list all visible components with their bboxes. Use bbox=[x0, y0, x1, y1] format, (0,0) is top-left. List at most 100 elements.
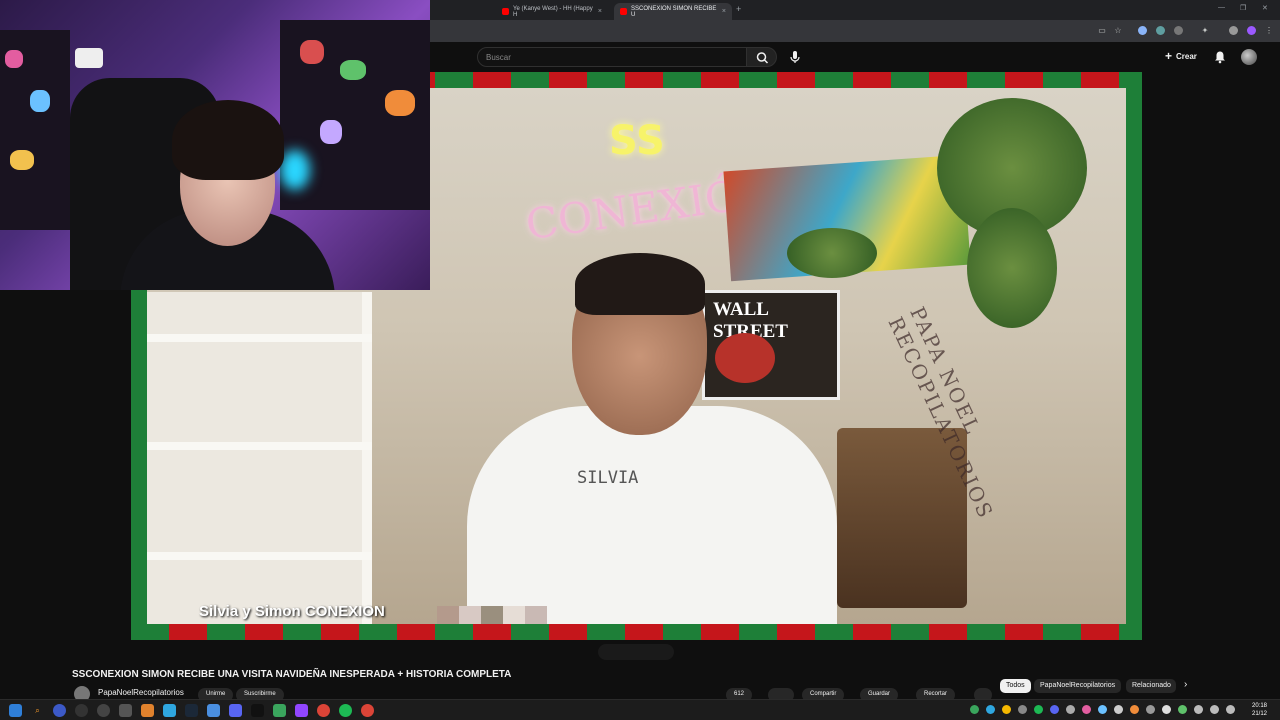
app-icon[interactable] bbox=[273, 704, 286, 717]
toy-figure bbox=[300, 40, 324, 64]
steam-icon[interactable] bbox=[185, 704, 198, 717]
toy-figure bbox=[30, 90, 50, 112]
chip-related[interactable]: Relacionado bbox=[1126, 679, 1176, 693]
tray-icon[interactable] bbox=[1146, 705, 1155, 714]
new-tab-button[interactable]: + bbox=[736, 4, 741, 14]
screen: Ye (Kanye West) - HH (Happy H × SSCONEXI… bbox=[0, 0, 1280, 720]
app-icon[interactable] bbox=[97, 704, 110, 717]
neon-ss-sign: SS bbox=[609, 118, 665, 164]
toy-figure bbox=[5, 50, 23, 68]
toy-figure bbox=[340, 60, 366, 80]
close-window-button[interactable]: ✕ bbox=[1262, 4, 1268, 12]
tray-icon[interactable] bbox=[1098, 705, 1107, 714]
youtube-favicon-icon bbox=[620, 8, 627, 15]
youtube-plaque bbox=[75, 48, 103, 68]
create-label: Crear bbox=[1176, 51, 1197, 61]
tab-label: SSCONEXION SIMON RECIBE U bbox=[631, 5, 717, 18]
plus-icon: + bbox=[1165, 49, 1173, 63]
search-icon[interactable]: ⌕ bbox=[31, 704, 44, 717]
tray-icon[interactable] bbox=[1114, 705, 1123, 714]
tab-kanye[interactable]: Ye (Kanye West) - HH (Happy H × bbox=[496, 3, 608, 20]
chevron-right-icon[interactable]: › bbox=[1184, 679, 1187, 690]
chrome-icon[interactable] bbox=[317, 704, 330, 717]
bull-image bbox=[715, 333, 775, 383]
search-button[interactable] bbox=[746, 47, 777, 67]
tab-ssconexion[interactable]: SSCONEXION SIMON RECIBE U × bbox=[614, 3, 732, 20]
player-controls-pill[interactable] bbox=[598, 644, 674, 660]
webcam-overlay bbox=[0, 0, 430, 290]
pixel-censor bbox=[481, 606, 503, 624]
video-caption: Silvia y Simon CONEXION bbox=[199, 603, 385, 620]
tray-icon[interactable] bbox=[1162, 705, 1171, 714]
wifi-icon[interactable] bbox=[1194, 705, 1203, 714]
app-icon[interactable] bbox=[53, 704, 66, 717]
microphone-icon[interactable] bbox=[787, 49, 803, 65]
pixel-censor bbox=[525, 606, 547, 624]
account-avatar[interactable] bbox=[1241, 49, 1257, 65]
tray-icon[interactable] bbox=[1034, 705, 1043, 714]
volume-icon[interactable] bbox=[1210, 705, 1219, 714]
clock-time: 20:18 bbox=[1252, 703, 1268, 709]
install-app-icon[interactable]: ▭ bbox=[1097, 26, 1107, 36]
discord-icon[interactable] bbox=[229, 704, 242, 717]
taskbar-clock[interactable]: 20:18 21/12 bbox=[1252, 702, 1267, 718]
app-icon[interactable] bbox=[75, 704, 88, 717]
windows-start-icon[interactable] bbox=[9, 704, 22, 717]
tray-icon[interactable] bbox=[1178, 705, 1187, 714]
tab-label: Ye (Kanye West) - HH (Happy H bbox=[513, 5, 593, 18]
create-button[interactable]: + Crear bbox=[1165, 49, 1197, 63]
plant-decoration bbox=[967, 208, 1057, 328]
pixel-censor bbox=[437, 606, 459, 624]
profile-icon[interactable] bbox=[1247, 26, 1256, 35]
tab-close-icon[interactable]: × bbox=[598, 8, 602, 15]
chip-all[interactable]: Todos bbox=[1000, 679, 1031, 693]
shirt-writing: SILVIA bbox=[577, 468, 639, 488]
streamer-hair bbox=[172, 100, 284, 180]
bookmark-star-icon[interactable]: ☆ bbox=[1113, 26, 1123, 36]
clock-date: 21/12 bbox=[1252, 711, 1268, 717]
plant-decoration bbox=[787, 228, 877, 278]
neon-light bbox=[280, 150, 310, 190]
extension-icon[interactable] bbox=[1229, 26, 1238, 35]
toy-figure bbox=[385, 90, 415, 116]
tray-icon[interactable] bbox=[1130, 705, 1139, 714]
app-icon[interactable] bbox=[207, 704, 220, 717]
chip-channel[interactable]: PapaNoelRecopilatorios bbox=[1034, 679, 1122, 693]
app-icon[interactable] bbox=[163, 704, 176, 717]
windows-taskbar: ⌕ 20:18 21/12 bbox=[0, 699, 1280, 720]
app-icon[interactable] bbox=[141, 704, 154, 717]
pixel-censor bbox=[503, 606, 525, 624]
extension-icon[interactable] bbox=[1138, 26, 1147, 35]
battery-icon[interactable] bbox=[1226, 705, 1235, 714]
tray-icon[interactable] bbox=[1002, 705, 1011, 714]
app-icon[interactable] bbox=[119, 704, 132, 717]
extension-icon[interactable] bbox=[1156, 26, 1165, 35]
youtube-favicon-icon bbox=[502, 8, 509, 15]
tiktok-icon[interactable] bbox=[251, 704, 264, 717]
tray-icon[interactable] bbox=[970, 705, 979, 714]
person-shirt bbox=[467, 406, 837, 624]
notifications-bell-icon[interactable] bbox=[1213, 50, 1227, 64]
spotify-icon[interactable] bbox=[339, 704, 352, 717]
extension-icon[interactable] bbox=[1174, 26, 1183, 35]
tray-icon[interactable] bbox=[1018, 705, 1027, 714]
menu-kebab-icon[interactable]: ⋮ bbox=[1264, 26, 1274, 36]
tray-icon[interactable] bbox=[1082, 705, 1091, 714]
tray-icon[interactable] bbox=[1066, 705, 1075, 714]
wall-street-poster: WALL STREET bbox=[702, 290, 840, 400]
minimize-button[interactable]: — bbox=[1218, 4, 1225, 11]
twitch-icon[interactable] bbox=[295, 704, 308, 717]
toy-figure bbox=[10, 150, 34, 170]
puzzle-icon[interactable]: ✦ bbox=[1200, 26, 1210, 36]
channel-name[interactable]: PapaNoelRecopilatorios bbox=[98, 688, 184, 697]
toy-figure bbox=[320, 120, 342, 144]
video-title: SSCONEXION SIMON RECIBE UNA VISITA NAVID… bbox=[72, 669, 512, 680]
tab-close-icon[interactable]: × bbox=[722, 8, 726, 15]
tray-icon[interactable] bbox=[1050, 705, 1059, 714]
pixel-censor bbox=[459, 606, 481, 624]
chrome-icon[interactable] bbox=[361, 704, 374, 717]
maximize-button[interactable]: ❐ bbox=[1240, 4, 1246, 12]
search-icon bbox=[756, 52, 769, 64]
search-input[interactable]: Buscar bbox=[477, 47, 747, 67]
tray-icon[interactable] bbox=[986, 705, 995, 714]
